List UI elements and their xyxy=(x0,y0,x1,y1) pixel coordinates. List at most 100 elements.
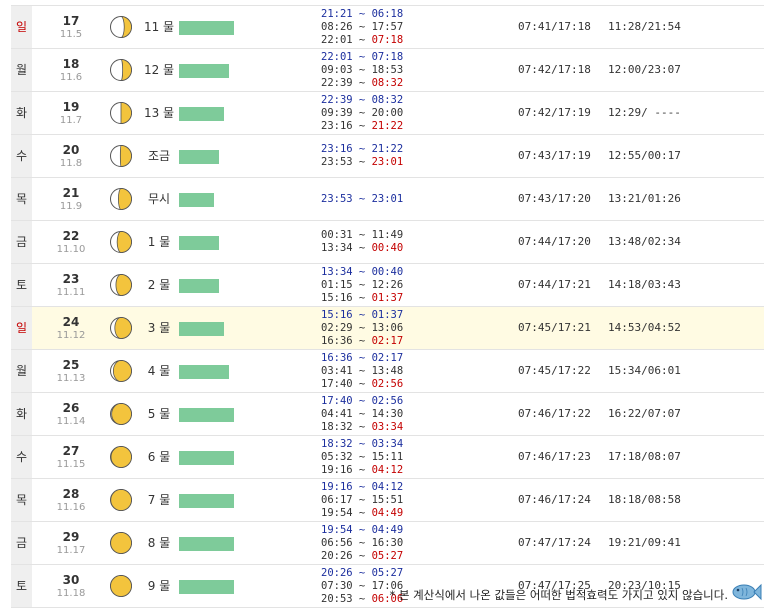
tide-time-line: 23:16 ~ 21:22 xyxy=(321,120,431,133)
table-row: 화 19 11.7 13 물 22:39 ~ 08:32 09:39 ~ 20:00 23:… xyxy=(11,92,764,135)
lunar-date: 11.7 xyxy=(59,115,83,126)
moonrise-moonset: 14:18/03:43 xyxy=(608,278,681,291)
tide-name: 11 물 xyxy=(143,20,175,34)
table-row: 목 28 11.16 7 물 19:16 ~ 04:12 06:17 ~ 15:51 19:… xyxy=(11,479,764,522)
sunrise-sunset: 07:46/17:22 xyxy=(518,407,591,420)
tide-strength-bar xyxy=(179,279,219,293)
lunar-date: 11.14 xyxy=(56,416,86,427)
tide-time-end: 15:51 xyxy=(371,494,404,506)
lunar-date: 11.16 xyxy=(56,502,86,513)
tide-time-start: 08:26 ~ xyxy=(321,21,372,33)
tide-time-start: 16:36 ~ xyxy=(321,335,372,347)
moon-phase-icon xyxy=(110,403,132,425)
table-row: 월 25 11.13 4 물 16:36 ~ 02:17 03:41 ~ 13:48 17:… xyxy=(11,350,764,393)
tide-time-end: 04:49 xyxy=(371,507,404,519)
tide-time-line: 19:16 ~ 04:12 xyxy=(321,481,431,494)
lunar-date: 11.9 xyxy=(59,201,83,212)
sunrise-sunset: 07:44/17:21 xyxy=(518,278,591,291)
tide-time-end: 08:32 xyxy=(371,94,404,106)
moonrise-moonset: 13:48/02:34 xyxy=(608,235,681,248)
tide-time-end: 04:12 xyxy=(371,464,404,476)
solar-date: 18 xyxy=(62,57,80,71)
weekday-cell: 월 xyxy=(11,49,32,91)
sunrise-sunset: 07:46/17:23 xyxy=(518,450,591,463)
weekday-cell: 목 xyxy=(11,178,32,220)
moon-phase-icon xyxy=(110,102,132,124)
tide-strength-bar xyxy=(179,451,234,465)
tide-time-line: 23:16 ~ 21:22 xyxy=(321,143,431,156)
tide-time-end: 13:48 xyxy=(371,365,404,377)
tide-time-end: 18:53 xyxy=(371,64,404,76)
fish-logo-icon xyxy=(732,583,762,601)
tide-time-start: 23:16 ~ xyxy=(321,143,372,155)
tide-time-end: 02:17 xyxy=(371,352,404,364)
tide-strength-bar xyxy=(179,494,234,508)
moon-phase-icon xyxy=(110,532,132,554)
tide-time-line: 20:26 ~ 05:27 xyxy=(321,567,431,580)
tide-time-line: 09:39 ~ 20:00 xyxy=(321,107,431,120)
tide-time-line: 05:32 ~ 15:11 xyxy=(321,451,431,464)
tide-time-line: 17:40 ~ 02:56 xyxy=(321,395,431,408)
tide-time-line: 13:34 ~ 00:40 xyxy=(321,242,431,255)
tide-time-start: 02:29 ~ xyxy=(321,322,372,334)
tide-time-start: 18:32 ~ xyxy=(321,438,372,450)
tide-strength-bar xyxy=(179,537,234,551)
tide-time-end: 23:01 xyxy=(371,193,404,205)
sunrise-sunset: 07:46/17:24 xyxy=(518,493,591,506)
tide-time-start: 03:41 ~ xyxy=(321,365,372,377)
moonrise-moonset: 15:34/06:01 xyxy=(608,364,681,377)
lunar-date: 11.6 xyxy=(59,72,83,83)
tide-time-start: 22:39 ~ xyxy=(321,77,372,89)
tide-time-line: 21:21 ~ 06:18 xyxy=(321,8,431,21)
solar-date: 19 xyxy=(62,100,80,114)
date-cell: 30 11.18 xyxy=(34,565,108,607)
table-row: 수 27 11.15 6 물 18:32 ~ 03:34 05:32 ~ 15:11 19:… xyxy=(11,436,764,479)
tide-time-line: 18:32 ~ 03:34 xyxy=(321,438,431,451)
moonrise-moonset: 12:55/00:17 xyxy=(608,149,681,162)
tide-strength-bar xyxy=(179,408,234,422)
tide-time-line: 19:54 ~ 04:49 xyxy=(321,507,431,520)
tide-time-start: 05:32 ~ xyxy=(321,451,372,463)
lunar-date: 11.15 xyxy=(56,459,86,470)
tide-strength-bar xyxy=(179,322,224,336)
date-cell: 22 11.10 xyxy=(34,221,108,263)
table-row: 수 20 11.8 조금 23:16 ~ 21:22 23:53 ~ 23:01 07:43… xyxy=(11,135,764,178)
tide-name: 4 물 xyxy=(147,364,171,378)
moonrise-moonset: 14:53/04:52 xyxy=(608,321,681,334)
tide-time-start: 20:26 ~ xyxy=(321,550,372,562)
tide-time-line: 22:39 ~ 08:32 xyxy=(321,94,431,107)
tide-time-line: 16:36 ~ 02:17 xyxy=(321,352,431,365)
tide-time-end: 01:37 xyxy=(371,309,404,321)
moon-phase-icon xyxy=(110,188,132,210)
tide-time-start: 20:53 ~ xyxy=(321,593,372,605)
tide-time-start: 23:53 ~ xyxy=(321,156,372,168)
tide-times: 18:32 ~ 03:34 05:32 ~ 15:11 19:16 ~ 04:12 xyxy=(321,438,431,477)
date-cell: 28 11.16 xyxy=(34,479,108,521)
lunar-date: 11.17 xyxy=(56,545,86,556)
date-cell: 23 11.11 xyxy=(34,264,108,306)
tide-time-end: 16:30 xyxy=(371,537,404,549)
table-row: 일 24 11.12 3 물 15:16 ~ 01:37 02:29 ~ 13:06 16:… xyxy=(11,307,764,350)
solar-date: 17 xyxy=(62,14,80,28)
tide-time-end: 15:11 xyxy=(371,451,404,463)
solar-date: 25 xyxy=(62,358,80,372)
tide-time-start: 17:40 ~ xyxy=(321,378,372,390)
table-row: 일 17 11.5 11 물 21:21 ~ 06:18 08:26 ~ 17:57 22:… xyxy=(11,6,764,49)
solar-date: 23 xyxy=(62,272,80,286)
lunar-date: 11.12 xyxy=(56,330,86,341)
weekday-cell: 일 xyxy=(11,6,32,48)
lunar-date: 11.13 xyxy=(56,373,86,384)
tide-time-end: 01:37 xyxy=(371,292,404,304)
tide-time-start: 01:15 ~ xyxy=(321,279,372,291)
tide-time-start: 00:31 ~ xyxy=(321,229,372,241)
solar-date: 22 xyxy=(62,229,80,243)
tide-time-start: 15:16 ~ xyxy=(321,292,372,304)
tide-time-start: 17:40 ~ xyxy=(321,395,372,407)
tide-time-start: 13:34 ~ xyxy=(321,242,372,254)
tide-time-start: 23:16 ~ xyxy=(321,120,372,132)
tide-strength-bar xyxy=(179,580,234,594)
sunrise-sunset: 07:42/17:19 xyxy=(518,106,591,119)
tide-time-end: 02:56 xyxy=(371,378,404,390)
sunrise-sunset: 07:45/17:21 xyxy=(518,321,591,334)
tide-time-line: 22:01 ~ 07:18 xyxy=(321,51,431,64)
